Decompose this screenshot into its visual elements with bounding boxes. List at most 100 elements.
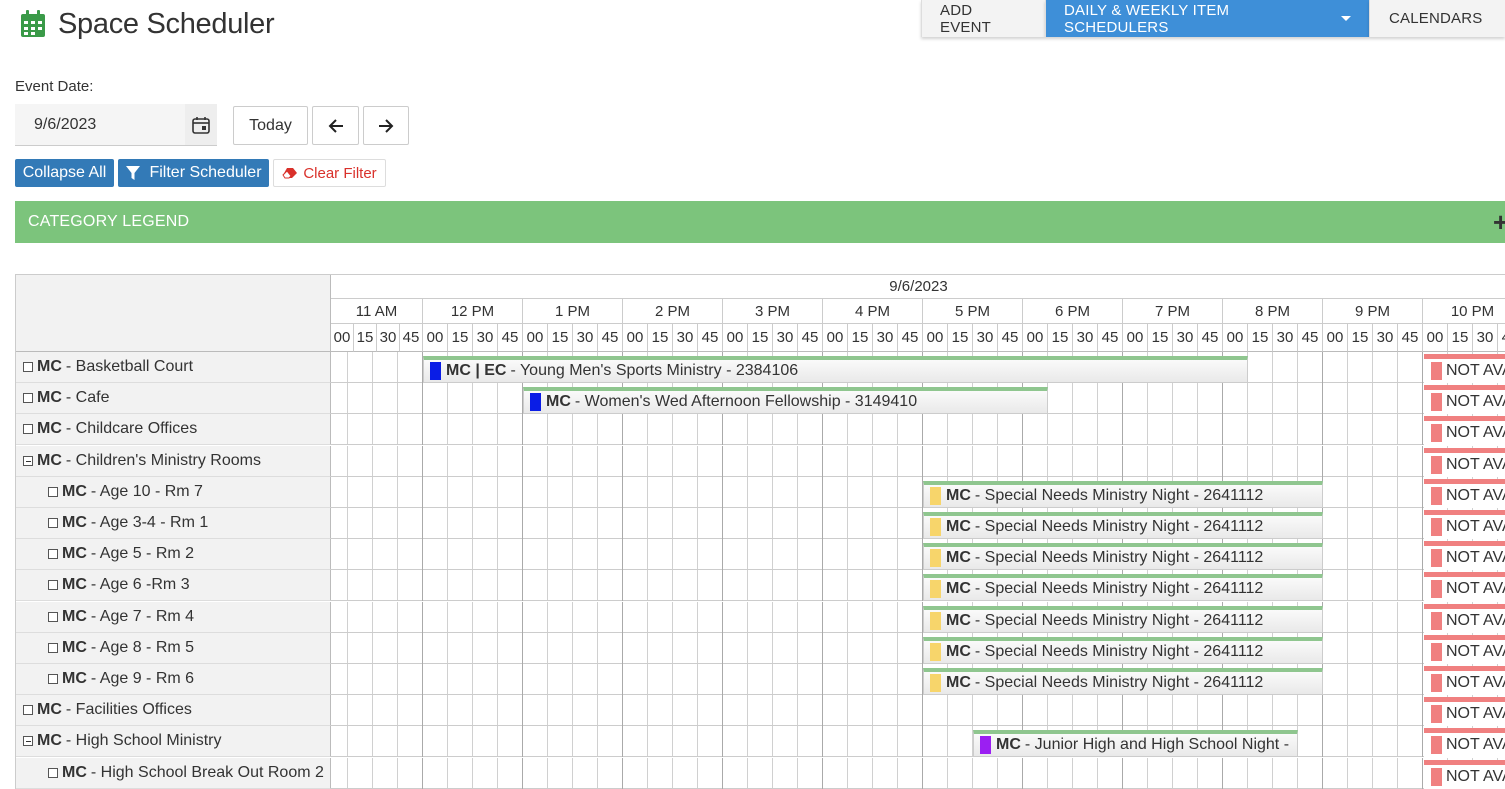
collapse-toggle-icon[interactable] [23, 455, 33, 466]
hour-gridline [1122, 445, 1123, 477]
event-block[interactable]: MC - Special Needs Ministry Night - 26411… [923, 480, 1323, 508]
time-grid[interactable]: NOT AVAILABLE [331, 414, 1505, 446]
not-available-block[interactable]: NOT AVAILABLE [1424, 416, 1505, 446]
expand-toggle-icon[interactable] [48, 642, 58, 653]
expand-toggle-icon[interactable] [48, 580, 58, 591]
not-available-block[interactable]: NOT AVAILABLE [1424, 666, 1505, 695]
filter-scheduler-button[interactable]: Filter Scheduler [118, 159, 269, 187]
not-available-block[interactable]: NOT AVAILABLE [1424, 385, 1505, 415]
event-block[interactable]: MC - Women's Wed Afternoon Fellowship - 3… [523, 387, 1048, 415]
resource-label[interactable]: MC - Age 3-4 - Rm 1 [16, 508, 331, 539]
expand-toggle-icon[interactable] [23, 362, 33, 372]
collapse-all-button[interactable]: Collapse All [15, 159, 114, 187]
resource-label[interactable]: MC - Age 8 - Rm 5 [16, 632, 331, 664]
previous-day-button[interactable] [312, 106, 359, 145]
not-available-block[interactable]: NOT AVAILABLE [1424, 572, 1505, 602]
time-grid[interactable]: NOT AVAILABLE [331, 757, 1505, 789]
event-block[interactable]: MC - Junior High and High School Night - [973, 730, 1298, 758]
time-grid[interactable]: NOT AVAILABLE MC- Special Needs Ministry … [331, 476, 1505, 508]
expand-plus-icon[interactable]: + [1493, 207, 1505, 238]
event-block[interactable]: MC - Special Needs Ministry Night - 26411… [923, 512, 1323, 539]
resource-label[interactable]: MC - Childcare Offices [16, 414, 331, 446]
minute-header: 15 [648, 324, 673, 352]
resource-label[interactable]: MC - Age 5 - Rm 2 [16, 539, 331, 571]
event-title: - Special Needs Ministry Night - 2641112 [974, 486, 1264, 504]
date-picker-button[interactable] [185, 104, 217, 146]
time-grid[interactable]: NOT AVAILABLE MC- Special Needs Ministry … [331, 539, 1505, 571]
not-available-block[interactable]: NOT AVAILABLE [1424, 354, 1505, 383]
hour-gridline [1422, 601, 1423, 633]
event-category-swatch [930, 611, 941, 630]
resource-label[interactable]: MC - Age 9 - Rm 6 [16, 664, 331, 695]
page-title: Space Scheduler [58, 7, 275, 40]
expand-toggle-icon[interactable] [23, 705, 33, 716]
resource-label[interactable]: MC - Children's Ministry Rooms [16, 445, 331, 477]
resource-name: - High School Break Out Room 2 [90, 763, 324, 781]
not-available-block[interactable]: NOT AVAILABLE [1424, 634, 1505, 664]
not-available-block[interactable]: NOT AVAILABLE [1424, 478, 1505, 508]
event-block[interactable]: MC - Special Needs Ministry Night - 26411… [923, 605, 1323, 633]
resource-label[interactable]: MC - Age 6 -Rm 3 [16, 570, 331, 602]
resource-label[interactable]: MC - High School Ministry [16, 726, 331, 758]
event-block[interactable]: MC | EC - Young Men's Sports Ministry - 2… [423, 356, 1248, 383]
today-button[interactable]: Today [233, 106, 308, 145]
expand-toggle-icon[interactable] [23, 393, 33, 404]
time-grid[interactable]: NOT AVAILABLE [331, 445, 1505, 477]
expand-toggle-icon[interactable] [48, 518, 58, 528]
expand-toggle-icon[interactable] [48, 767, 58, 778]
event-block[interactable]: MC - Special Needs Ministry Night - 26411… [923, 543, 1323, 571]
add-event-button[interactable]: ADD EVENT [921, 0, 1045, 37]
not-available-block[interactable]: NOT AVAILABLE [1424, 447, 1505, 477]
calendars-button[interactable]: CALENDARS [1369, 0, 1505, 37]
time-grid[interactable]: NOT AVAILABLE MC- Special Needs Ministry … [331, 664, 1505, 695]
collapse-toggle-icon[interactable] [23, 736, 33, 747]
resource-label[interactable]: MC - Basketball Court [16, 352, 331, 383]
event-block[interactable]: MC - Special Needs Ministry Night - 26411… [923, 636, 1323, 664]
expand-toggle-icon[interactable] [48, 611, 58, 622]
next-day-button[interactable] [363, 106, 409, 145]
resource-label[interactable]: MC - Cafe [16, 383, 331, 415]
resource-label[interactable]: MC - High School Break Out Room 2 [16, 757, 331, 789]
event-date-input[interactable] [15, 104, 185, 146]
daily-weekly-schedulers-dropdown[interactable]: DAILY & WEEKLY ITEM SCHEDULERS [1045, 0, 1369, 37]
minute-header: 30 [1073, 324, 1098, 352]
clear-filter-button[interactable]: Clear Filter [273, 159, 386, 187]
expand-toggle-icon[interactable] [48, 549, 58, 560]
event-block[interactable]: MC - Special Needs Ministry Night - 26411… [923, 668, 1323, 695]
expand-toggle-icon[interactable] [48, 486, 58, 497]
time-grid[interactable]: NOT AVAILABLE MC- Special Needs Ministry … [331, 601, 1505, 633]
resource-label[interactable]: MC - Facilities Offices [16, 695, 331, 727]
expand-toggle-icon[interactable] [23, 424, 33, 435]
not-available-label: NOT AVAILABLE [1446, 736, 1505, 754]
event-title: - Special Needs Ministry Night - 2641112 [974, 642, 1264, 660]
time-grid[interactable]: NOT AVAILABLE MC- Women's Wed Afternoon F… [331, 383, 1505, 415]
minute-header: 00 [1423, 324, 1448, 352]
hour-gridline [722, 757, 723, 789]
event-block[interactable]: MC - Special Needs Ministry Night - 26411… [923, 574, 1323, 602]
time-grid[interactable]: NOT AVAILABLE [331, 695, 1505, 727]
not-available-block[interactable]: NOT AVAILABLE [1424, 510, 1505, 539]
time-grid[interactable]: NOT AVAILABLE MC | EC- Young Men's Sports… [331, 352, 1505, 383]
not-available-swatch [1431, 705, 1442, 724]
time-grid[interactable]: NOT AVAILABLE MC- Junior High and High Sc… [331, 726, 1505, 758]
calendar-icon [21, 10, 45, 37]
resource-label[interactable]: MC - Age 7 - Rm 4 [16, 601, 331, 633]
time-grid[interactable]: NOT AVAILABLE MC- Special Needs Ministry … [331, 570, 1505, 602]
resource-label[interactable]: MC - Age 10 - Rm 7 [16, 476, 331, 508]
minute-header: 15 [1148, 324, 1173, 352]
resource-name: - Age 6 -Rm 3 [90, 576, 190, 594]
not-available-block[interactable]: NOT AVAILABLE [1424, 541, 1505, 571]
hour-gridline [622, 757, 623, 789]
not-available-block[interactable]: NOT AVAILABLE [1424, 697, 1505, 727]
event-category-swatch [430, 362, 441, 380]
not-available-block[interactable]: NOT AVAILABLE [1424, 603, 1505, 633]
hour-gridline [722, 632, 723, 664]
expand-toggle-icon[interactable] [48, 674, 58, 684]
time-grid[interactable]: NOT AVAILABLE MC- Special Needs Ministry … [331, 508, 1505, 539]
time-grid[interactable]: NOT AVAILABLE MC- Special Needs Ministry … [331, 632, 1505, 664]
not-available-block[interactable]: NOT AVAILABLE [1424, 759, 1505, 789]
category-legend-bar[interactable]: CATEGORY LEGEND + [15, 201, 1505, 243]
resource-name: - Age 8 - Rm 5 [90, 638, 195, 656]
not-available-block[interactable]: NOT AVAILABLE [1424, 728, 1505, 758]
minute-header: 00 [1023, 324, 1048, 352]
